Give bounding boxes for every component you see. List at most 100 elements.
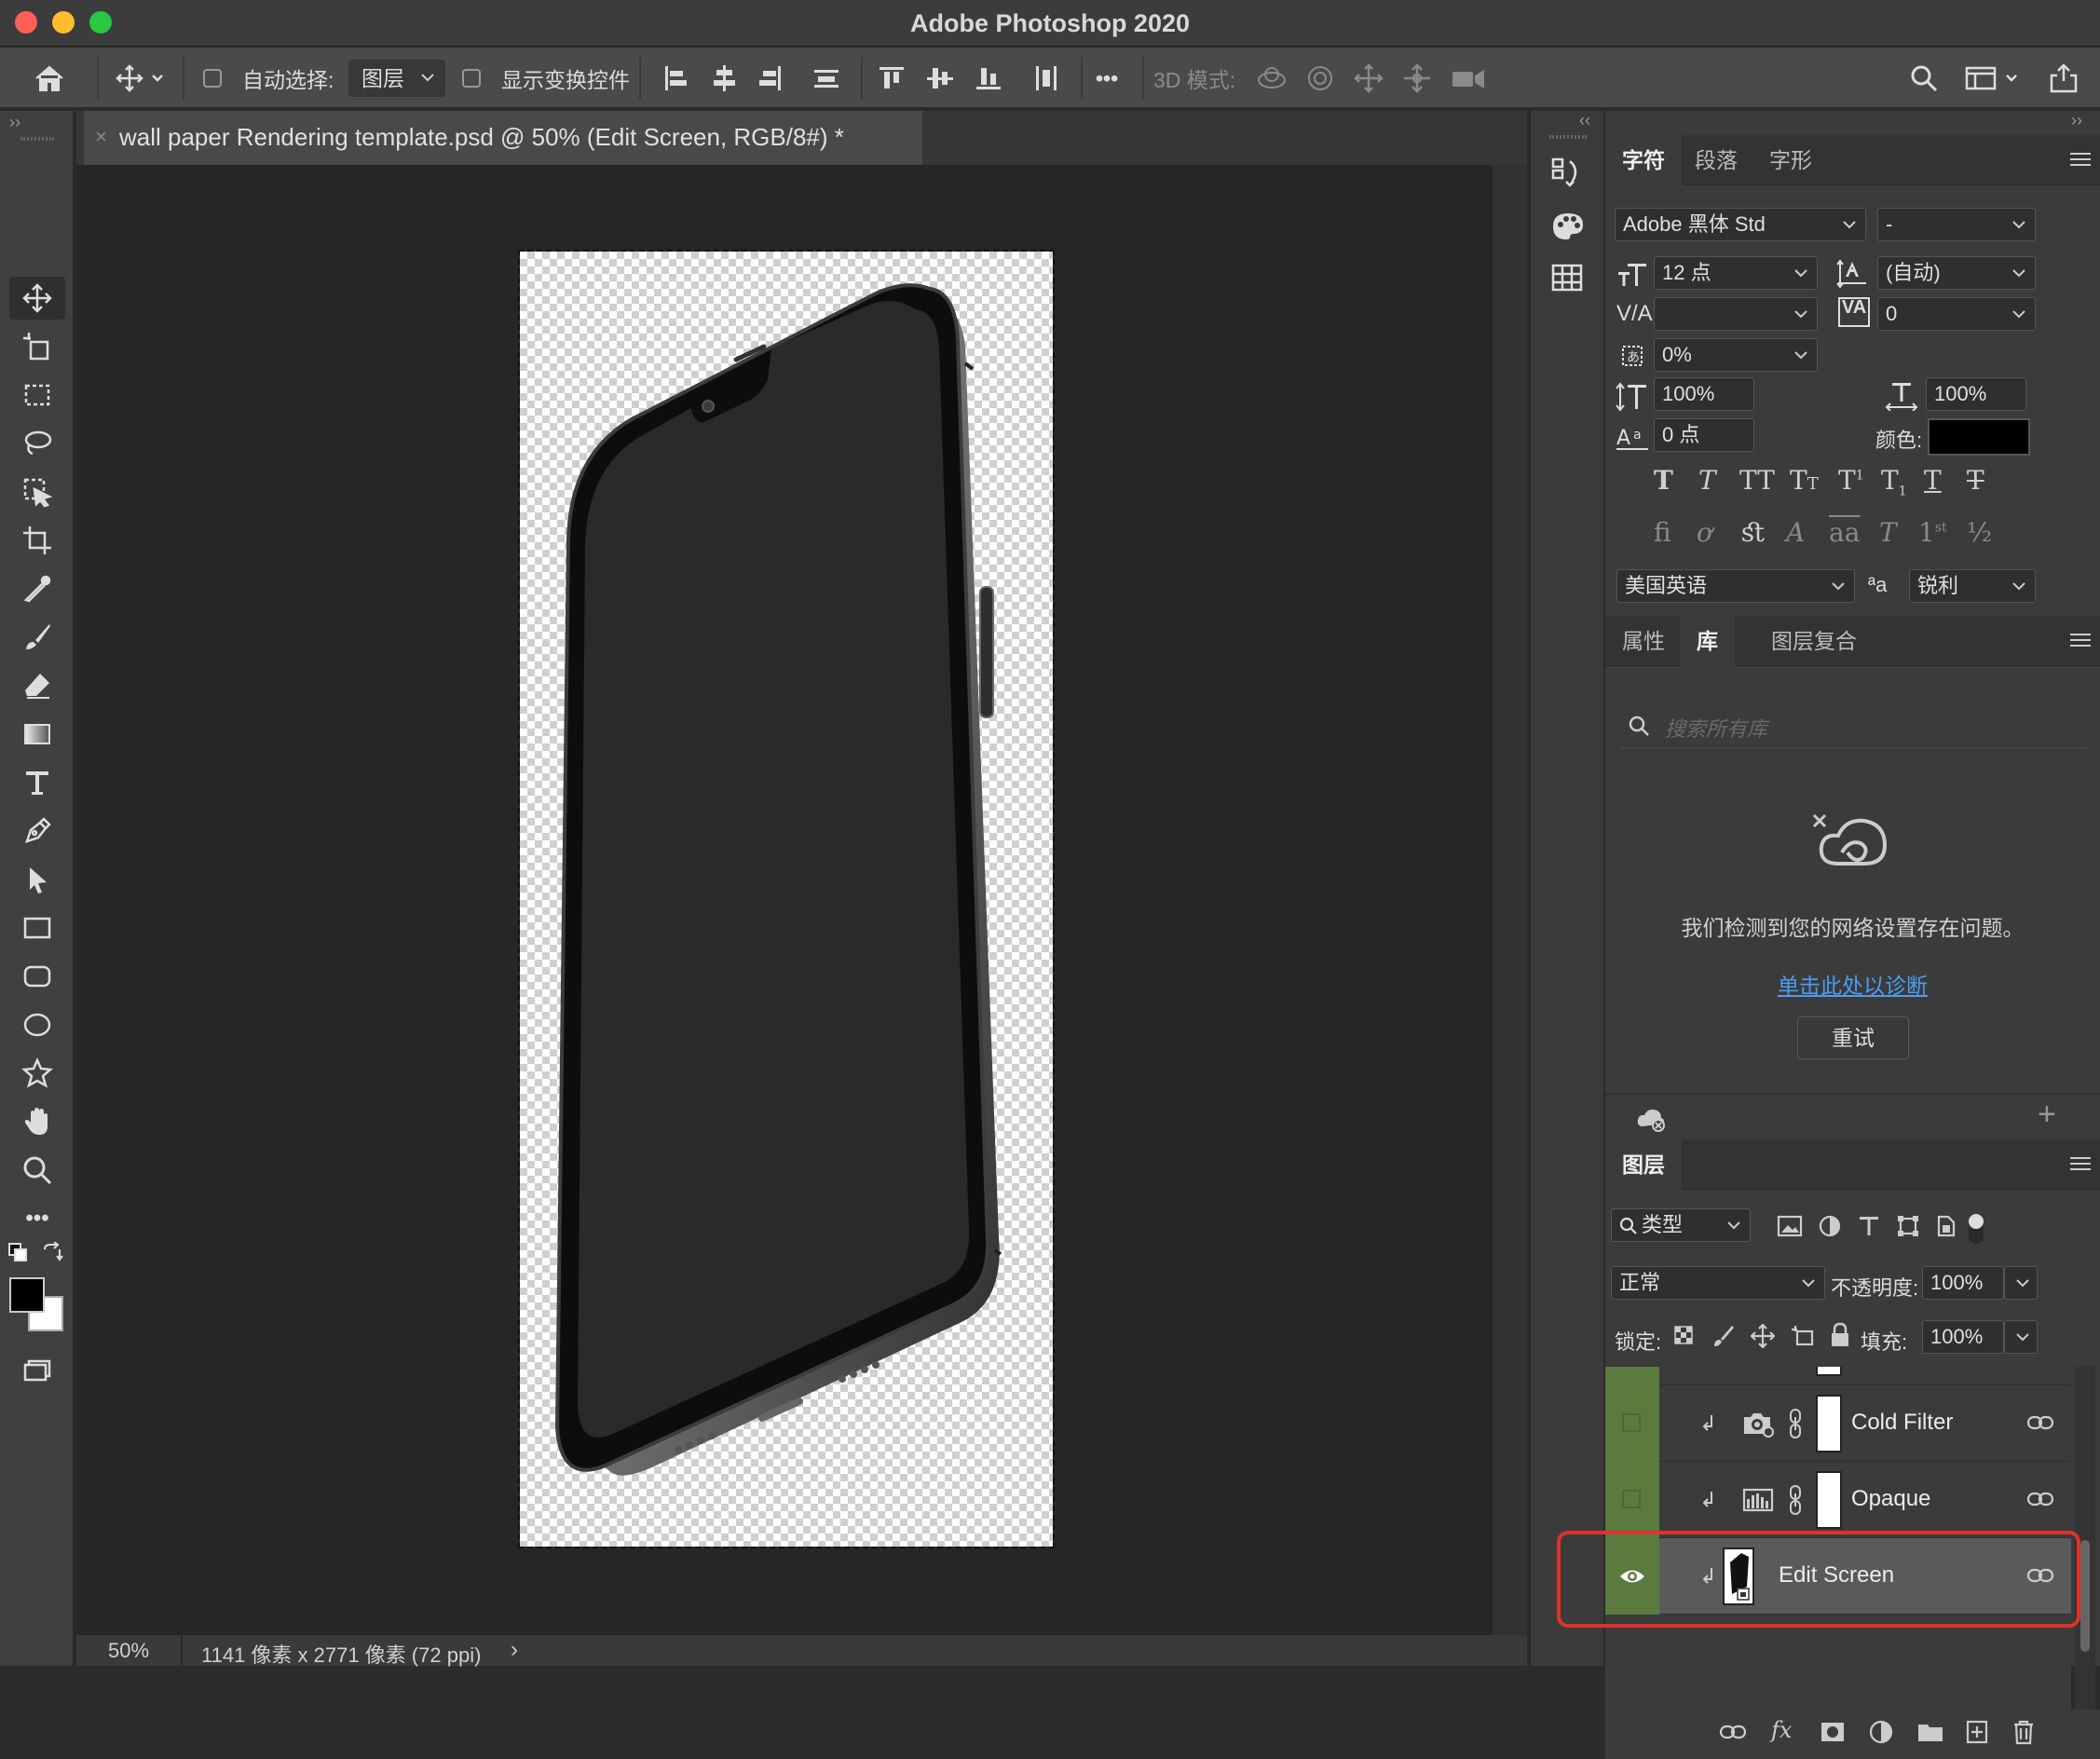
new-adjustment-layer-icon[interactable] (1868, 1719, 1894, 1745)
foreground-color-swatch[interactable] (9, 1277, 45, 1313)
link-layers-icon[interactable] (1719, 1723, 1747, 1741)
gradient-tool-icon[interactable] (9, 713, 65, 756)
small-caps-icon[interactable]: TT (1790, 465, 1819, 496)
tab-layer-comps[interactable]: 图层复合 (1754, 616, 1874, 666)
filter-type-layers-icon[interactable] (1857, 1214, 1881, 1238)
lasso-tool-icon[interactable] (9, 422, 65, 465)
align-left-icon[interactable] (660, 48, 691, 109)
move-tool-preset-icon[interactable] (114, 48, 166, 109)
brush-tool-icon[interactable] (9, 616, 65, 659)
document-tab[interactable]: × wall paper Rendering template.psd @ 50… (84, 111, 922, 165)
library-search-box[interactable]: 搜索所有库 (1620, 703, 2086, 748)
filter-adjustment-layers-icon[interactable] (1818, 1214, 1842, 1238)
3d-camera-icon[interactable] (1450, 48, 1487, 109)
align-horizontal-center-icon[interactable] (708, 48, 740, 109)
distribute-vertical-icon[interactable] (1030, 48, 1062, 109)
layer-filter-kind-dropdown[interactable]: 类型 (1611, 1208, 1751, 1242)
text-color-swatch[interactable] (1928, 418, 2030, 456)
align-vertical-center-icon[interactable] (924, 48, 956, 109)
panel-menu-icon[interactable] (2070, 150, 2091, 169)
color-panel-icon[interactable] (1549, 208, 1587, 243)
edit-toolbar-icon[interactable]: ••• (9, 1197, 65, 1240)
opacity-dropdown-button[interactable] (2004, 1266, 2038, 1300)
new-group-icon[interactable] (1916, 1721, 1944, 1743)
history-panel-icon[interactable] (1549, 156, 1585, 191)
font-family-dropdown[interactable]: Adobe 黑体 Std (1615, 208, 1866, 241)
auto-select-checkbox[interactable] (203, 48, 233, 109)
search-icon[interactable] (1908, 48, 1940, 109)
filter-shape-layers-icon[interactable] (1896, 1214, 1920, 1238)
3d-pan-icon[interactable] (1353, 48, 1384, 109)
library-panel-menu-icon[interactable] (2070, 631, 2091, 649)
cloud-sync-error-icon[interactable] (1635, 1106, 1667, 1132)
fractions-icon[interactable]: ½ (1967, 517, 1992, 548)
screen-mode-icon[interactable] (9, 1350, 65, 1393)
3d-roll-icon[interactable] (1304, 48, 1336, 109)
fill-dropdown-button[interactable] (2004, 1320, 2038, 1354)
titling-alternates-icon[interactable]: T (1879, 517, 1897, 548)
rectangular-marquee-tool-icon[interactable] (9, 374, 65, 416)
zoom-tool-icon[interactable] (9, 1149, 65, 1192)
artboard-tool-icon[interactable] (9, 325, 65, 368)
align-right-icon[interactable] (755, 48, 786, 109)
strip-grip[interactable] (1549, 135, 1587, 139)
stylistic-alternates-icon[interactable]: aa (1829, 517, 1860, 548)
layer-row-cold-filter[interactable]: Cold Filter (1605, 1385, 2071, 1462)
move-tool-icon[interactable] (9, 277, 65, 320)
auto-select-target-dropdown[interactable]: 图层 (348, 60, 445, 97)
mask-link-icon[interactable] (1788, 1484, 1803, 1516)
object-selection-tool-icon[interactable] (9, 470, 65, 513)
tab-libraries[interactable]: 库 (1680, 616, 1735, 666)
layer-name[interactable]: Opaque (1851, 1486, 1930, 1512)
align-top-icon[interactable] (876, 48, 907, 109)
layers-panel-menu-icon[interactable] (2070, 1154, 2091, 1173)
tab-character[interactable]: 字符 (1605, 135, 1682, 185)
visibility-toggle[interactable] (1605, 1462, 1659, 1538)
baseline-shift-field[interactable]: 0 点 (1654, 418, 1754, 452)
tab-paragraph[interactable]: 段落 (1678, 135, 1754, 185)
diagnose-link[interactable]: 单击此处以诊断 (1605, 968, 2100, 1000)
vertical-scale-field[interactable]: 100% (1654, 377, 1754, 411)
underline-icon[interactable]: T (1924, 465, 1942, 496)
all-caps-icon[interactable]: TT (1739, 465, 1775, 496)
strikethrough-icon[interactable]: T (1967, 465, 1984, 496)
fill-field[interactable]: 100% (1922, 1320, 2004, 1354)
layer-row-opaque[interactable]: Opaque (1605, 1462, 2071, 1538)
discretionary-ligatures-icon[interactable]: ﬆ (1741, 517, 1766, 548)
horizontal-scale-field[interactable]: 100% (1926, 377, 2026, 411)
3d-orbit-icon[interactable] (1254, 48, 1289, 109)
font-style-dropdown[interactable]: - (1877, 208, 2036, 241)
document-info-menu-arrow[interactable]: › (511, 1637, 518, 1663)
visibility-toggle[interactable] (1605, 1385, 1659, 1462)
add-layer-style-icon[interactable]: fx (1771, 1717, 1792, 1743)
home-icon[interactable] (34, 48, 65, 109)
filter-smart-objects-icon[interactable] (1933, 1214, 1957, 1238)
subscript-icon[interactable]: T1 (1881, 465, 1907, 499)
language-dropdown[interactable]: 美国英语 (1616, 569, 1855, 603)
swatches-panel-icon[interactable] (1549, 260, 1585, 295)
align-bottom-icon[interactable] (973, 48, 1004, 109)
document-canvas[interactable] (518, 250, 1055, 1548)
opacity-field[interactable]: 100% (1922, 1266, 2004, 1300)
retry-button[interactable]: 重试 (1797, 1016, 1909, 1059)
new-layer-icon[interactable] (1965, 1719, 1989, 1745)
canvas-vertical-scrollbar[interactable] (1493, 165, 1527, 1635)
zoom-level[interactable]: 50% (108, 1639, 149, 1663)
expand-toolbar-icon[interactable]: ›› (9, 113, 20, 132)
layer-link-icon[interactable] (2026, 1413, 2054, 1432)
lock-image-pixels-icon[interactable] (1711, 1324, 1736, 1348)
filter-toggle[interactable] (1969, 1214, 1984, 1244)
swap-colors-icon[interactable] (41, 1242, 63, 1262)
share-icon[interactable] (2048, 48, 2080, 109)
path-selection-tool-icon[interactable] (9, 858, 65, 901)
type-tool-icon[interactable] (9, 761, 65, 804)
rectangle-tool-icon[interactable] (9, 907, 65, 949)
tsume-field[interactable]: 0% (1654, 338, 1818, 372)
ellipse-tool-icon[interactable] (9, 1003, 65, 1046)
eyedropper-tool-icon[interactable] (9, 567, 65, 610)
close-document-icon[interactable]: × (95, 111, 107, 163)
add-mask-icon[interactable] (1820, 1721, 1846, 1743)
tab-layers[interactable]: 图层 (1605, 1139, 1682, 1190)
pen-tool-icon[interactable] (9, 810, 65, 852)
swash-icon[interactable]: A (1786, 517, 1805, 548)
